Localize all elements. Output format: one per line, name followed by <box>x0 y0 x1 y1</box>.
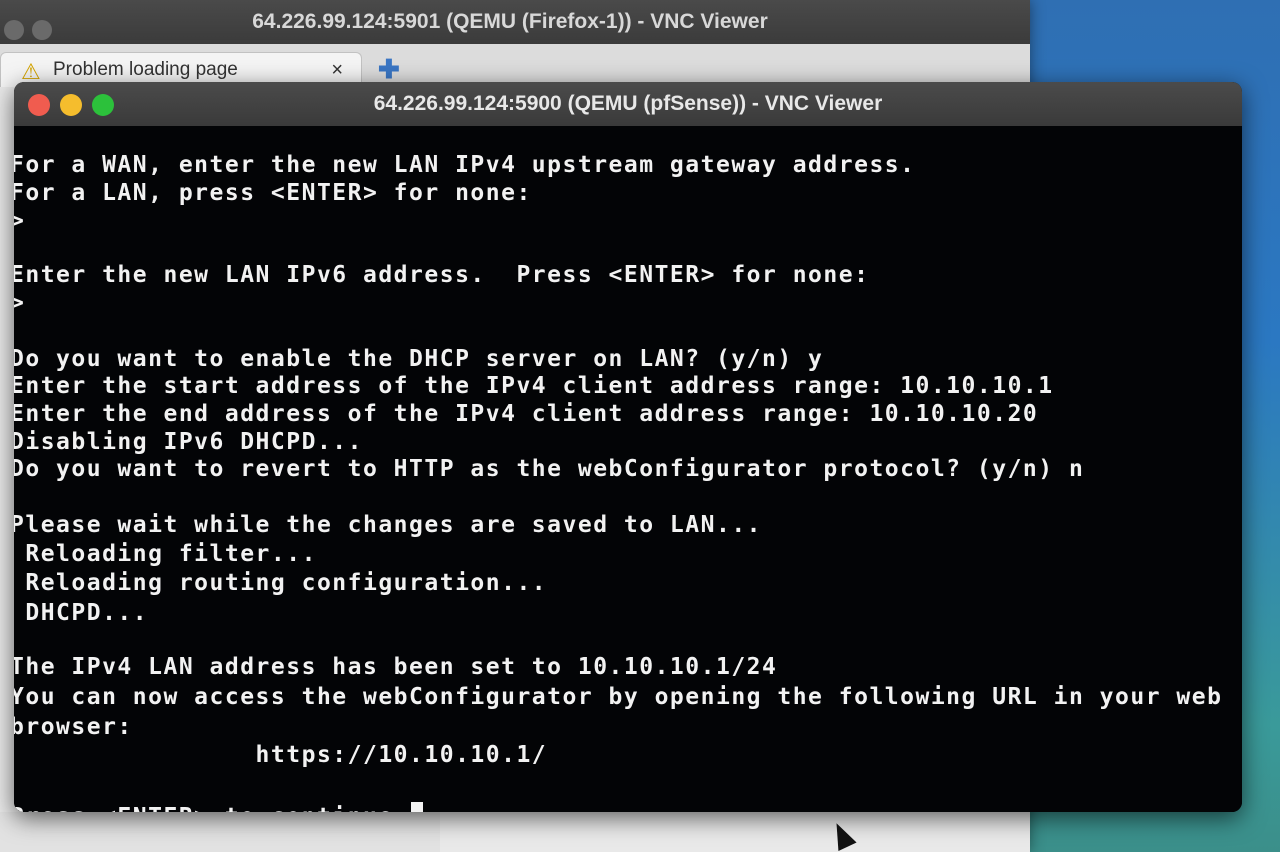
console-url-line: https://10.10.10.1/ <box>14 742 548 768</box>
console-line: DHCPD... <box>14 600 149 626</box>
back-minimize-button[interactable] <box>32 20 52 40</box>
console-prompt: > <box>14 208 26 234</box>
new-tab-icon[interactable]: ✚ <box>378 54 400 85</box>
console-line: Reloading routing configuration... <box>14 570 548 596</box>
console-line: For a LAN, press <ENTER> for none: <box>14 180 532 206</box>
console-continue-prompt: Press <ENTER> to continue. <box>14 802 424 812</box>
console-line: Please wait while the changes are saved … <box>14 512 763 538</box>
console-line: Enter the start address of the IPv4 clie… <box>14 373 1054 399</box>
console-line: browser: <box>14 714 133 740</box>
back-tabstrip: ⚠ Problem loading page × ✚ <box>0 44 1030 87</box>
pfsense-vnc-window[interactable]: 64.226.99.124:5900 (QEMU (pfSense)) - VN… <box>14 82 1242 812</box>
console-line: Do you want to revert to HTTP as the web… <box>14 456 1085 482</box>
text-cursor <box>411 802 424 812</box>
console-line: Enter the end address of the IPv4 client… <box>14 401 1039 427</box>
minimize-button[interactable] <box>60 94 82 116</box>
front-window-titlebar[interactable]: 64.226.99.124:5900 (QEMU (pfSense)) - VN… <box>14 82 1242 126</box>
console-line: The IPv4 LAN address has been set to 10.… <box>14 654 778 680</box>
continue-prompt-text: Press <ENTER> to continue. <box>14 804 409 812</box>
front-window-title: 64.226.99.124:5900 (QEMU (pfSense)) - VN… <box>373 92 883 115</box>
close-button[interactable] <box>28 94 50 116</box>
console-line: Enter the new LAN IPv6 address. Press <E… <box>14 262 870 288</box>
zoom-button[interactable] <box>92 94 114 116</box>
back-window-bottom <box>0 812 440 852</box>
console-line: Reloading filter... <box>14 541 317 567</box>
back-window-titlebar[interactable]: 64.226.99.124:5901 (QEMU (Firefox-1)) - … <box>0 0 1030 44</box>
console-prompt: > <box>14 290 26 316</box>
console-line: Disabling IPv6 DHCPD... <box>14 429 363 455</box>
console-screen[interactable]: For a WAN, enter the new LAN IPv4 upstre… <box>14 126 1242 812</box>
back-close-button[interactable] <box>4 20 24 40</box>
desktop: 64.226.99.124:5901 (QEMU (Firefox-1)) - … <box>0 0 1280 852</box>
console-line: For a WAN, enter the new LAN IPv4 upstre… <box>14 152 916 178</box>
console-line: Do you want to enable the DHCP server on… <box>14 346 824 372</box>
console-line: You can now access the webConfigurator b… <box>14 684 1223 710</box>
back-window-title: 64.226.99.124:5901 (QEMU (Firefox-1)) - … <box>252 10 768 33</box>
